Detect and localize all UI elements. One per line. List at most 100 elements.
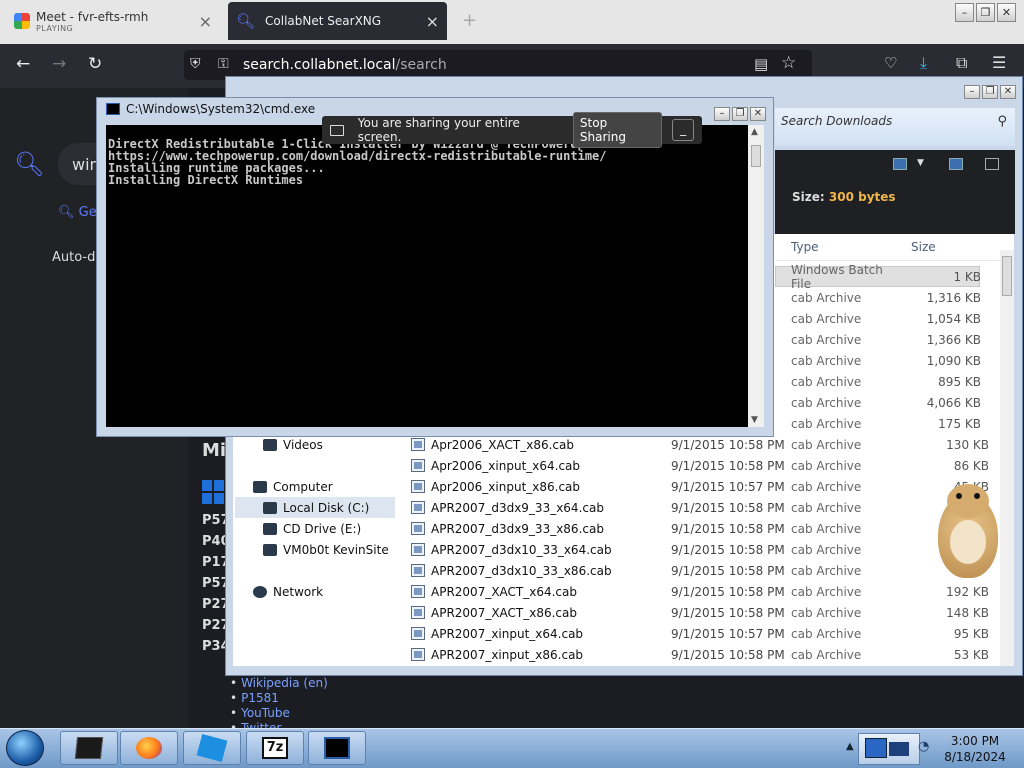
notification-area[interactable] — [858, 733, 920, 765]
file-row[interactable]: APR2007_d3dx9_33_x86.cab 9/1/2015 10:58 P… — [403, 518, 1000, 539]
minimize-bar-button[interactable]: _ — [672, 119, 694, 141]
scroll-down-icon[interactable]: ▼ — [751, 415, 758, 425]
vertical-scrollbar[interactable] — [1000, 250, 1014, 666]
file-row[interactable]: Apr2006_XACT_x86.cab 9/1/2015 10:58 PM cab… — [403, 434, 1000, 455]
scrollbar-thumb[interactable] — [1002, 256, 1012, 296]
videos-icon — [263, 438, 277, 451]
taskbar-firefox[interactable] — [120, 731, 178, 765]
lock-icon[interactable]: ⚿ — [218, 56, 229, 72]
nav-item-videos[interactable]: Videos — [263, 434, 323, 455]
taskbar-cmd[interactable] — [308, 731, 366, 765]
nav-item-local-disk[interactable]: Local Disk (C:) — [235, 497, 395, 518]
navigation-pane: Videos Computer Local Disk (C:) CD Drive… — [233, 434, 403, 666]
link-p1581[interactable]: P1581 — [241, 691, 279, 706]
system-clock[interactable]: 3:00 PM 8/18/2024 — [940, 733, 1010, 765]
file-row[interactable]: Apr2006_xinput_x86.cab 9/1/2015 10:57 PM c… — [403, 476, 1000, 497]
hamster-eye — [974, 493, 980, 499]
windows-logo-icon — [202, 480, 224, 504]
reader-view-icon[interactable]: ▤ — [754, 55, 768, 73]
forward-icon[interactable]: → — [52, 54, 66, 74]
file-row[interactable]: APR2007_xinput_x86.cab 9/1/2015 10:58 PM c… — [403, 644, 1000, 665]
file-row[interactable]: cab Archive 1,366 KB — [775, 329, 1000, 350]
show-hidden-icons[interactable]: ▲ — [846, 741, 854, 752]
scroll-up-icon[interactable]: ▲ — [751, 127, 758, 137]
reload-icon[interactable]: ↻ — [88, 54, 102, 74]
column-header-size[interactable]: Size — [911, 240, 936, 254]
pocket-icon[interactable]: ♡ — [884, 54, 897, 72]
view-icon[interactable] — [893, 158, 907, 170]
close-button[interactable]: ✕ — [997, 3, 1016, 22]
file-row[interactable]: cab Archive 1,090 KB — [775, 350, 1000, 371]
help-icon[interactable] — [985, 158, 999, 170]
search-icon[interactable]: 🔍︎ — [14, 150, 44, 178]
search-input[interactable]: win — [58, 143, 100, 185]
maximize-button[interactable]: ❐ — [976, 3, 995, 22]
sharing-message: You are sharing your entire screen. — [357, 116, 520, 144]
maximize-button[interactable]: ❐ — [732, 107, 748, 121]
cab-file-icon — [411, 606, 425, 619]
chevron-down-icon[interactable]: ▼ — [917, 158, 924, 168]
file-row[interactable]: cab Archive 4,066 KB — [775, 392, 1000, 413]
cmd-titlebar[interactable]: C:\Windows\System32\cmd.exe — [106, 102, 315, 116]
minimize-button[interactable]: – — [714, 107, 730, 121]
taskbar-7zip[interactable]: 7z — [246, 731, 304, 765]
puzzle-app-icon — [196, 734, 228, 762]
tab-general[interactable]: 🔍︎ Ge — [58, 205, 97, 220]
link-wikipedia[interactable]: Wikipedia (en) — [241, 676, 328, 691]
close-button[interactable]: ✕ — [750, 107, 766, 121]
file-row[interactable]: APR2007_d3dx10_33_x86.cab 9/1/2015 10:58 … — [403, 560, 1000, 581]
search-box[interactable]: Search Downloads ⚲ — [775, 108, 1015, 146]
file-row[interactable]: cab Archive 895 KB — [775, 371, 1000, 392]
back-icon[interactable]: ← — [16, 54, 30, 74]
hamster-face — [947, 484, 989, 518]
file-row[interactable]: APR2007_xinput_x64.cab 9/1/2015 10:57 PM c… — [403, 623, 1000, 644]
maximize-button[interactable]: ❐ — [982, 85, 998, 99]
network-status-icon[interactable] — [865, 738, 887, 758]
minimize-button[interactable]: – — [964, 85, 980, 99]
file-row[interactable]: APR2007_d3dx9_33_x64.cab 9/1/2015 10:58 P… — [403, 497, 1000, 518]
new-tab-button[interactable]: + — [462, 10, 477, 31]
file-row[interactable]: cab Archive 1,054 KB — [775, 308, 1000, 329]
column-header-type[interactable]: Type — [791, 240, 819, 254]
terminal-icon — [74, 737, 104, 759]
file-row[interactable]: Windows Batch File 1 KB — [775, 263, 1000, 291]
tab-searxng[interactable]: 🔍︎ CollabNet SearXNG × — [228, 2, 447, 40]
speaker-icon[interactable]: ◔ — [918, 739, 929, 754]
file-row[interactable]: cab Archive 175 KB — [775, 413, 1000, 434]
cab-file-icon — [411, 438, 425, 451]
nav-item-network[interactable]: Network — [253, 581, 323, 602]
file-row[interactable]: APR2007_XACT_x64.cab 9/1/2015 10:58 PM cab… — [403, 581, 1000, 602]
close-tab-icon[interactable]: × — [426, 12, 439, 31]
console-scrollbar[interactable]: ▲ ▼ — [748, 125, 764, 427]
download-icon[interactable]: ⤓ — [920, 53, 927, 73]
start-button[interactable] — [6, 730, 44, 766]
extensions-icon[interactable]: ⧉ — [956, 53, 967, 73]
preview-pane-icon[interactable] — [949, 158, 963, 170]
file-row[interactable]: Apr2006_xinput_x64.cab 9/1/2015 10:58 PM c… — [403, 455, 1000, 476]
close-tab-icon[interactable]: × — [199, 12, 212, 31]
minimize-button[interactable]: – — [955, 3, 974, 22]
scrollbar-thumb[interactable] — [751, 145, 761, 167]
taskbar-terminal[interactable] — [60, 731, 118, 765]
cab-file-icon — [411, 522, 425, 535]
file-row[interactable]: APR2007_d3dx10_33_x64.cab 9/1/2015 10:58 … — [403, 539, 1000, 560]
tab-meet[interactable]: Meet - fvr-efts-rmh PLAYING × — [6, 2, 220, 40]
shield-icon[interactable]: ⛨ — [190, 56, 201, 72]
url-host: search.collabnet.local — [243, 57, 396, 73]
close-button[interactable]: ✕ — [1000, 85, 1016, 99]
7zip-icon: 7z — [262, 737, 288, 759]
cmd-window-controls: – ❐ ✕ — [714, 107, 766, 121]
file-row[interactable]: cab Archive 1,316 KB — [775, 287, 1000, 308]
file-row[interactable]: APR2007_XACT_x86.cab 9/1/2015 10:58 PM cab… — [403, 602, 1000, 623]
cd-drive-icon — [263, 522, 277, 535]
stop-sharing-button[interactable]: Stop Sharing — [572, 112, 663, 148]
monitor-icon[interactable] — [889, 742, 909, 756]
bookmark-star-icon[interactable]: ☆ — [781, 53, 796, 73]
taskbar-app[interactable] — [183, 731, 241, 765]
link-youtube[interactable]: YouTube — [241, 706, 290, 721]
url-text[interactable]: search.collabnet.local/search — [243, 57, 447, 73]
nav-item-network-drive[interactable]: VM0b0t KevinSite — [263, 539, 389, 560]
nav-item-computer[interactable]: Computer — [253, 476, 333, 497]
menu-icon[interactable]: ☰ — [992, 53, 1006, 72]
nav-item-cd-drive[interactable]: CD Drive (E:) — [263, 518, 361, 539]
